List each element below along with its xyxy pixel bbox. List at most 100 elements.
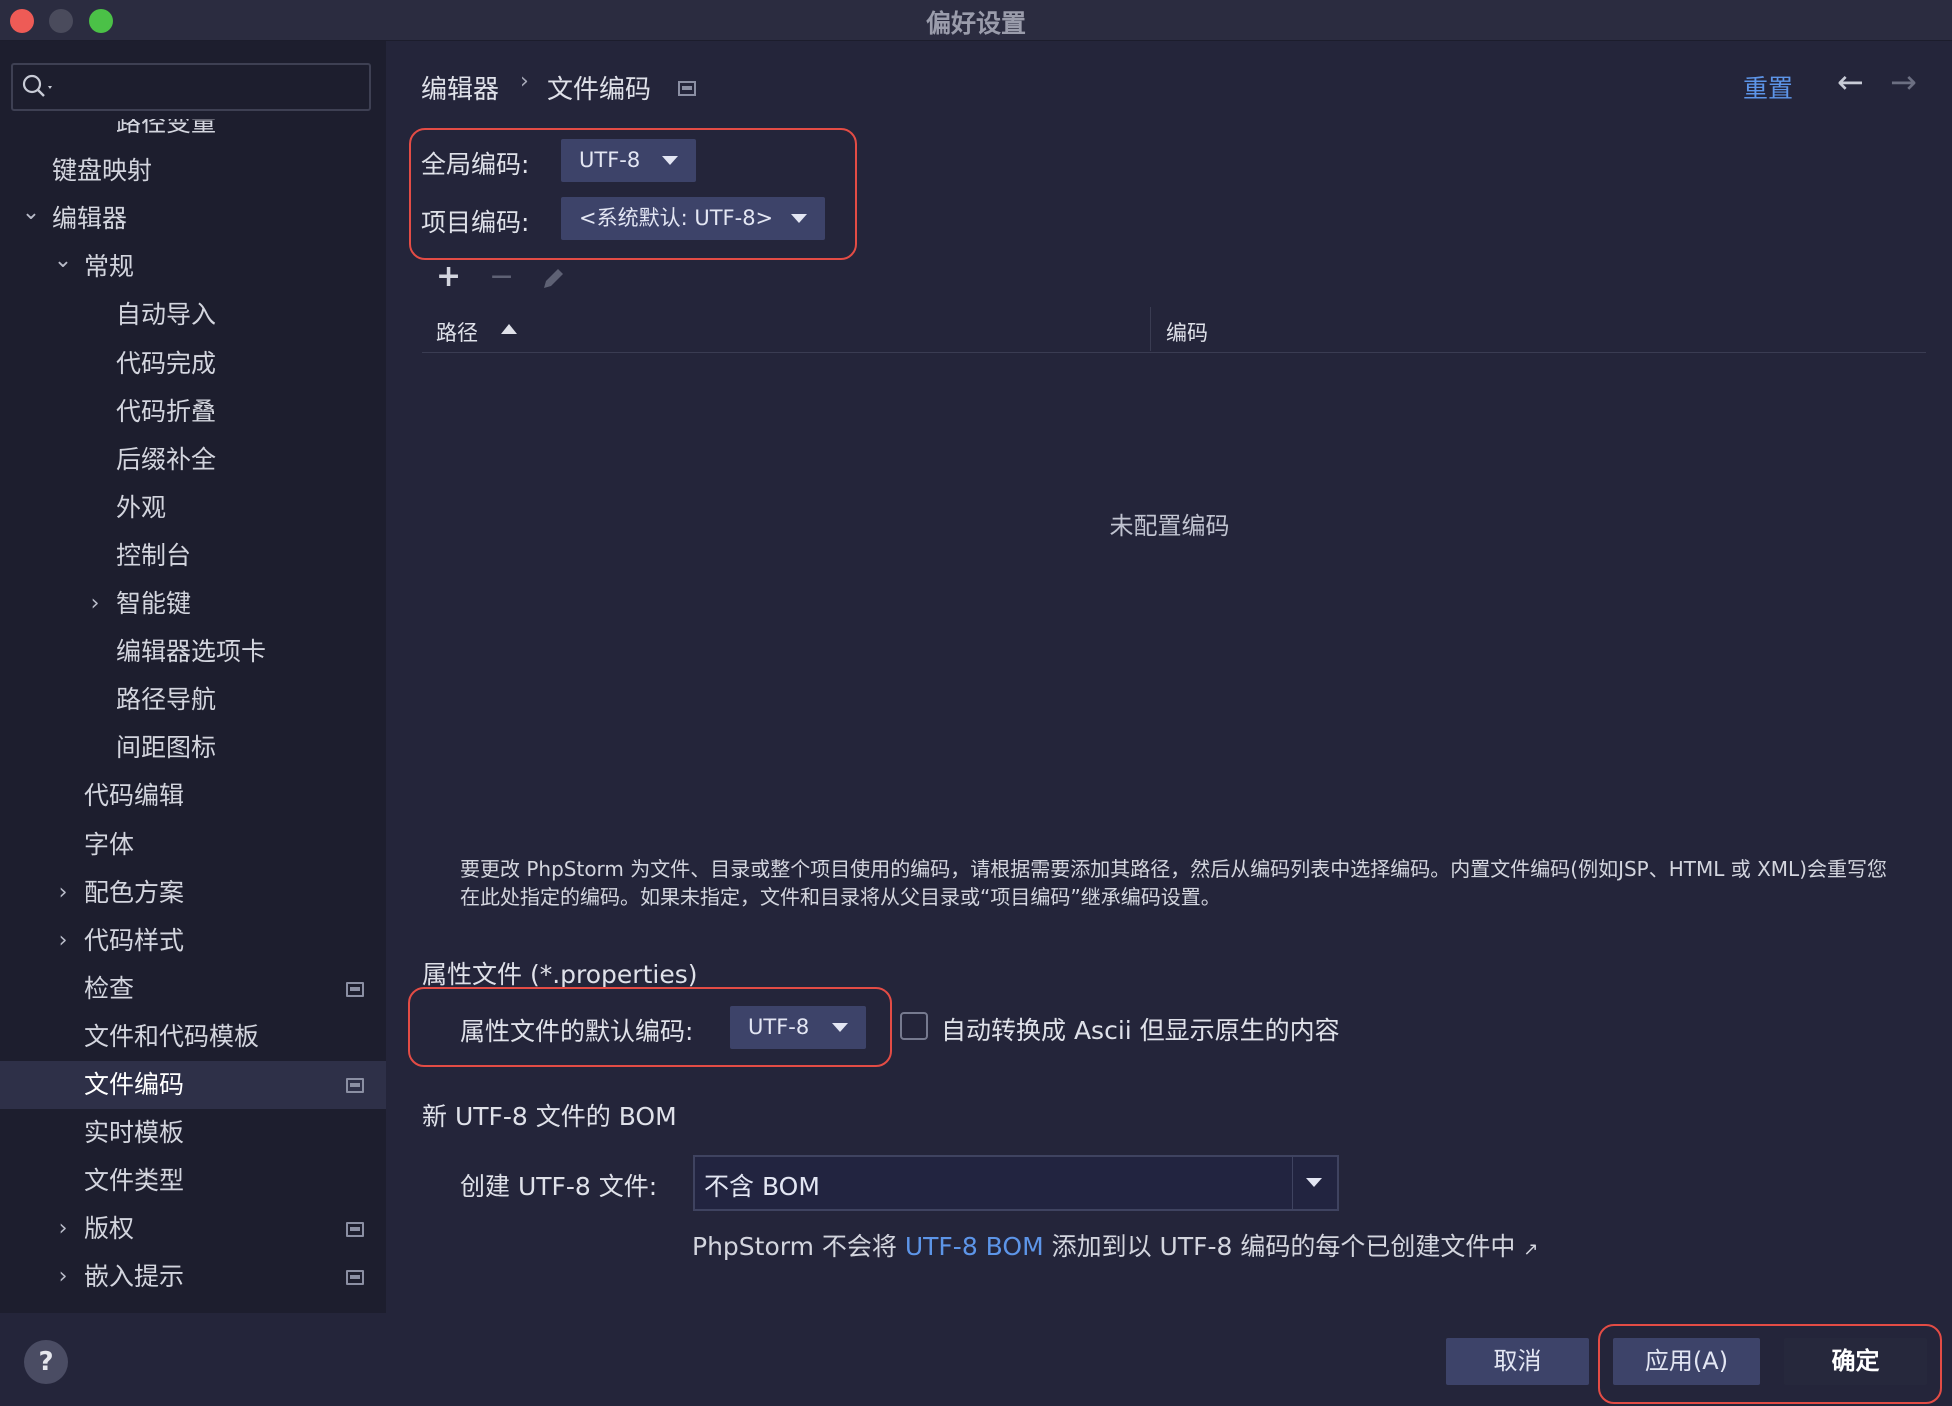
sidebar-item[interactable]: 自动导入 [0,291,386,339]
sidebar-item-label: 文件类型 [84,1166,185,1196]
sidebar-item[interactable]: › 配色方案 [0,869,386,917]
title-bar: 偏好设置 [0,0,1952,41]
forward-arrow-icon[interactable]: → [1890,63,1917,101]
chevron-right-icon[interactable]: › [52,869,74,917]
properties-section-title: 属性文件 (*.properties) [422,960,698,989]
sidebar-item[interactable]: 间距图标 [0,724,386,772]
column-encoding[interactable]: 编码 [1166,317,1208,347]
window-title: 偏好设置 [925,9,1026,38]
bom-select[interactable]: 不含 BOM [693,1155,1339,1211]
properties-encoding-label: 属性文件的默认编码: [460,1017,694,1046]
chevron-right-icon[interactable]: › [84,580,106,628]
chevron-down-icon [662,156,678,165]
project-scope-icon [346,981,364,997]
chevron-down-icon[interactable] [1292,1157,1337,1209]
project-scope-icon [346,1270,364,1286]
chevron-right-icon[interactable]: › [52,917,74,965]
properties-encoding-value: UTF-8 [748,1015,810,1039]
sidebar-item-label: 键盘映射 [52,156,153,186]
back-arrow-icon[interactable]: ← [1837,63,1864,101]
sidebar-item[interactable]: 字体 [0,821,386,869]
sidebar-item[interactable]: 代码编辑 [0,772,386,820]
chevron-down-icon [832,1023,848,1032]
chevron-down-icon[interactable]: ⌄ [52,237,74,285]
settings-tree: 路径变量 键盘映射 ⌄ 编辑器 ⌄ 常规 自动导入 代码完成 代码折叠 后缀补全 外观 控制台 › 智能键… [0,119,386,1313]
sidebar-item-label: 智能键 [116,589,192,618]
ok-button[interactable]: 确定 [1784,1338,1927,1385]
utf8-bom-link[interactable]: UTF-8 BOM [905,1232,1044,1261]
chevron-right-icon[interactable]: › [52,1205,74,1253]
breadcrumb-current: 文件编码 [547,75,652,105]
sidebar-item[interactable]: ⌄ 常规 [0,243,386,291]
bom-create-label: 创建 UTF-8 文件: [460,1172,658,1201]
chevron-right-icon[interactable]: › [52,1253,74,1301]
help-button[interactable]: ? [24,1340,68,1384]
external-link-icon: ↗ [1523,1239,1539,1260]
apply-button[interactable]: 应用(A) [1613,1338,1760,1385]
sidebar-item[interactable]: 文件和代码模板 [0,1013,386,1061]
project-scope-icon [346,1078,364,1093]
remove-icon[interactable]: − [489,259,514,294]
sidebar-item[interactable]: 代码折叠 [0,388,386,436]
sidebar-item-label: 字体 [84,829,135,859]
chevron-down-icon [791,214,807,223]
sidebar-item-label: 嵌入提示 [84,1262,185,1292]
ascii-conversion-checkbox[interactable] [900,1012,928,1040]
sidebar-item[interactable]: › 智能键 [0,580,386,628]
sidebar-item[interactable]: 文件编码 [0,1061,386,1109]
sidebar-item[interactable]: 键盘映射 [0,147,386,195]
sidebar-item-label: 代码样式 [84,925,185,955]
settings-sidebar: 路径变量 键盘映射 ⌄ 编辑器 ⌄ 常规 自动导入 代码完成 代码折叠 后缀补全 外观 控制台 › 智能键… [0,41,386,1313]
project-encoding-value: <系统默认: UTF-8> [579,206,774,230]
reset-link[interactable]: 重置 [1743,69,1793,105]
sidebar-item[interactable]: ⌄ 编辑器 [0,195,386,243]
sidebar-item-label: 编辑器选项卡 [116,637,267,667]
sidebar-item[interactable]: 路径变量 [0,119,386,147]
sidebar-item[interactable]: 检查 [0,965,386,1013]
column-path[interactable]: 路径 [436,317,478,347]
breadcrumb-parent[interactable]: 编辑器 [421,69,499,106]
chevron-down-icon[interactable]: ⌄ [20,189,42,237]
sidebar-item-label: 文件和代码模板 [84,1021,260,1051]
add-icon[interactable]: + [436,259,461,294]
bom-note-suffix: 添加到以 UTF-8 编码的每个已创建文件中 [1051,1232,1516,1261]
sidebar-item[interactable]: 编辑器选项卡 [0,628,386,676]
sort-ascending-icon [501,324,517,334]
project-encoding-dropdown[interactable]: <系统默认: UTF-8> [561,197,825,240]
sidebar-item[interactable]: › 代码样式 [0,917,386,965]
search-input[interactable] [61,69,365,103]
pencil-icon[interactable] [538,264,568,294]
column-divider[interactable] [1150,307,1151,351]
bom-section-title: 新 UTF-8 文件的 BOM [422,1102,677,1131]
sidebar-item[interactable]: › 嵌入提示 [0,1253,386,1301]
sidebar-item[interactable]: › 版权 [0,1205,386,1253]
sidebar-item-label: 实时模板 [84,1118,185,1148]
sidebar-item-label: 配色方案 [84,877,185,907]
help-description: 要更改 PhpStorm 为文件、目录或整个项目使用的编码，请根据需要添加其路径… [460,857,1888,909]
sidebar-item[interactable]: 外观 [0,484,386,532]
project-scope-icon [678,81,696,96]
table-empty-text: 未配置编码 [1109,512,1230,540]
sidebar-item-label: 代码折叠 [116,396,217,426]
sidebar-item-label: 文件编码 [84,1070,185,1099]
project-encoding-label: 项目编码: [421,208,530,237]
sidebar-item-label: 版权 [84,1214,135,1244]
sidebar-item-label: 后缀补全 [116,444,217,474]
global-encoding-dropdown[interactable]: UTF-8 [561,139,696,182]
properties-encoding-dropdown[interactable]: UTF-8 [730,1006,866,1049]
sidebar-item-label: 代码完成 [116,348,217,378]
bom-note-prefix: PhpStorm 不会将 [692,1232,897,1261]
sidebar-item[interactable]: 文件类型 [0,1157,386,1205]
cancel-button[interactable]: 取消 [1446,1338,1589,1385]
search-field[interactable] [11,63,371,111]
sidebar-item-label: 代码编辑 [84,781,185,811]
sidebar-item[interactable]: 代码完成 [0,340,386,388]
ascii-conversion-label[interactable]: 自动转换成 Ascii 但显示原生的内容 [941,1011,1340,1047]
sidebar-item[interactable]: 实时模板 [0,1109,386,1157]
sidebar-item[interactable]: 控制台 [0,532,386,580]
sidebar-item[interactable]: 路径导航 [0,676,386,724]
sidebar-item-label: 自动导入 [116,300,217,330]
search-icon [22,74,52,97]
sidebar-item[interactable]: 后缀补全 [0,436,386,484]
sidebar-item-label: 外观 [116,492,167,522]
